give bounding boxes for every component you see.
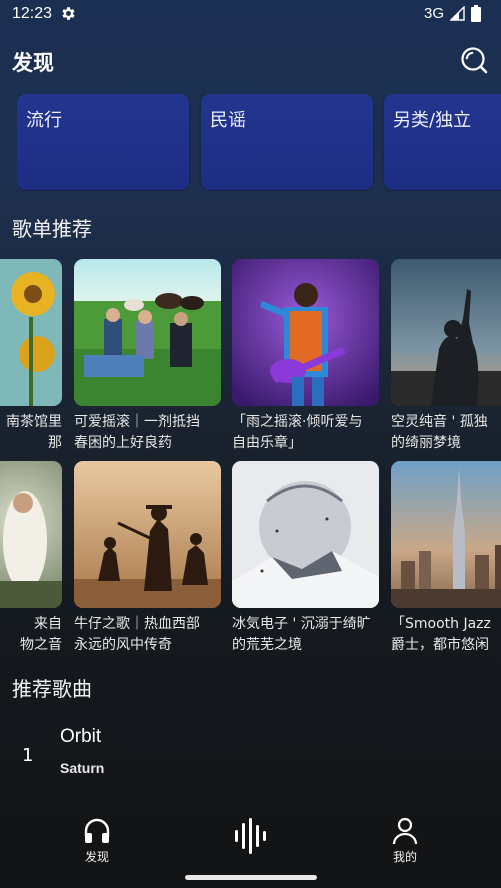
song-rank: 1	[22, 745, 34, 766]
playlist-cover[interactable]	[74, 461, 221, 608]
playlist-cover[interactable]	[0, 461, 62, 608]
battery-icon	[471, 5, 481, 22]
status-time: 12:23	[12, 5, 53, 22]
header: 发现	[0, 40, 501, 84]
song-row[interactable]: 1 Orbit Saturn	[0, 715, 501, 787]
home-indicator[interactable]	[185, 875, 317, 880]
waveform-icon	[235, 818, 266, 854]
nav-discover[interactable]: 发现	[57, 816, 137, 865]
search-button[interactable]	[458, 44, 490, 76]
playlist-cover[interactable]	[74, 259, 221, 406]
playlist-cover[interactable]	[232, 259, 379, 406]
status-bar: 12:23 3G	[0, 0, 501, 30]
genre-label: 流行	[26, 110, 62, 131]
nav-label: 我的	[392, 850, 417, 864]
playlist-title: 可爱摇滚｜一剂抵挡 春困的上好良药	[74, 414, 200, 451]
playlist-title: 「Smooth Jazz 爵士，都市悠闲	[391, 616, 491, 653]
page-title: 发现	[12, 51, 54, 75]
genre-card[interactable]: 另类/独立	[384, 94, 501, 190]
playlist-title: 空灵纯音 ' 孤独 的绮丽梦境	[391, 414, 488, 451]
nav-player[interactable]	[211, 816, 291, 856]
signal-icon	[450, 6, 465, 21]
playlist-title: 南茶馆里 那	[6, 414, 62, 451]
nav-mine[interactable]: 我的	[365, 816, 445, 865]
genre-card[interactable]: 民谣	[201, 94, 373, 190]
status-indicators: 3G	[424, 5, 481, 22]
section-title-songs: 推荐歌曲	[12, 677, 92, 701]
playlist-title: 来自 物之音	[20, 616, 62, 653]
genre-carousel[interactable]: 流行 民谣 另类/独立	[17, 94, 501, 191]
search-icon	[461, 47, 488, 74]
headphones-icon	[84, 818, 110, 843]
playlist-title: 牛仔之歌｜热血西部 永远的风中传奇	[74, 616, 200, 653]
song-title: Orbit	[60, 726, 102, 747]
nav-label: 发现	[84, 850, 109, 864]
playlist-title: 「雨之摇滚·倾听爱与 自由乐章」	[232, 414, 363, 451]
section-title-playlists: 歌单推荐	[12, 217, 92, 241]
playlist-cover[interactable]	[391, 259, 501, 406]
gear-icon	[62, 7, 75, 20]
song-artist: Saturn	[60, 760, 105, 776]
playlist-cover[interactable]	[0, 259, 62, 406]
genre-card[interactable]: 流行	[17, 94, 189, 190]
playlist-cover[interactable]	[391, 461, 501, 608]
playlist-cover[interactable]	[232, 461, 379, 608]
genre-label: 民谣	[210, 110, 246, 131]
genre-label: 另类/独立	[393, 110, 472, 131]
playlist-title: 冰気电子 ' 沉溺于绮旷 的荒芜之境	[232, 616, 371, 653]
playlist-grid[interactable]: 南茶馆里 那 可爱摇滚｜一剂抵挡 春困的上好良药 「雨之摇滚·倾听爱与 自由乐章…	[0, 259, 501, 659]
person-icon	[392, 817, 418, 845]
network-type: 3G	[423, 5, 444, 22]
